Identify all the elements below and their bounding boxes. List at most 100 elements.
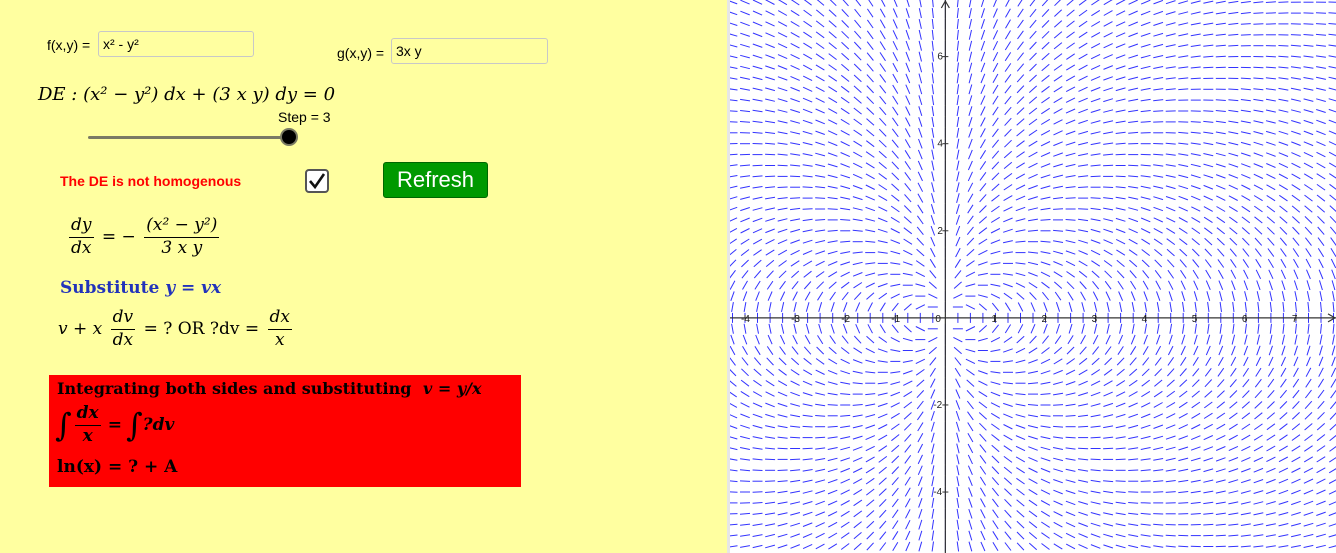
refresh-button[interactable]: Refresh [383,162,488,198]
slope-segment [1128,217,1139,223]
slope-segment [1290,55,1301,58]
slope-segment [1255,258,1262,268]
slope-segment [968,476,973,486]
slope-segment [1153,435,1164,440]
slope-segment [1253,23,1264,25]
slope-field-plot[interactable]: -4 -3 -2 -1 0 1 2 3 4 5 6 7642-2-4 [730,0,1336,553]
step-slider-track[interactable] [88,136,290,139]
slope-segment [740,249,750,256]
g-label: g(x,y) = [337,45,385,61]
slope-segment [1190,33,1201,37]
slope-segment [931,171,935,182]
slope-segment [1216,195,1226,201]
slope-segment [841,20,850,28]
slope-segment [1041,41,1050,50]
slope-segment [865,456,875,463]
slope-segment [879,302,886,312]
slope-segment [1241,173,1251,179]
slope-segment [791,270,800,278]
dx-den2: dx [112,329,134,350]
slope-segment [1328,523,1336,527]
graphics-view[interactable]: -4 -3 -2 -1 0 1 2 3 4 5 6 7 6 4 2 -2 -4 [730,0,1336,553]
slope-segment [740,424,750,429]
slope-segment [1231,345,1236,356]
slope-segment [842,323,848,334]
slope-segment [1131,302,1135,312]
f-input[interactable] [98,31,254,57]
slope-segment [827,250,838,255]
slope-segment [1153,77,1164,80]
homogenous-checkbox[interactable] [305,169,329,193]
slope-segment [840,174,851,179]
slope-segment [740,390,750,398]
slope-segment [768,323,772,334]
slope-segment [1116,357,1125,366]
slope-segment [752,402,763,408]
slope-segment [890,262,901,265]
x-tick-label: -3 [791,314,800,325]
slope-segment [730,480,738,483]
slope-segment [1065,175,1076,178]
slope-segment [840,532,850,539]
slope-segment [1178,502,1189,504]
slope-segment [1179,368,1187,377]
slope-segment [931,182,935,193]
slope-segment [1165,55,1176,59]
slope-segment [1229,390,1238,398]
slope-segment [918,508,923,519]
slope-segment [777,480,788,483]
slope-segment [1266,173,1276,180]
slope-segment [1128,120,1139,123]
x-tick-label: 2 [1042,314,1048,325]
g-input[interactable] [391,38,548,64]
slope-segment [852,162,863,169]
slope-segment [1153,446,1164,451]
slope-segment [1228,534,1239,537]
slope-segment [730,153,738,156]
slope-segment [1253,545,1264,548]
slope-segment [1178,424,1189,430]
slope-segment [1230,269,1237,279]
slope-segment [1079,281,1087,290]
slope-segment [765,402,775,408]
slope-segment [803,31,813,39]
slope-segment [1028,532,1038,540]
slope-segment [1228,195,1238,201]
slope-segment [852,435,863,440]
slope-segment [1278,45,1289,47]
slope-segment [904,433,912,442]
slope-segment [966,260,975,267]
slope-segment [815,97,825,103]
slope-segment [852,382,863,385]
slope-segment [968,62,973,73]
slope-segment [991,444,1000,453]
slope-segment [1090,131,1101,135]
slope-segment [1053,75,1063,82]
slope-segment [752,76,763,81]
substitute-word: Substitute [60,278,160,298]
slope-segment [1278,456,1289,463]
slope-segment [1291,489,1301,495]
slope-segment [802,164,813,167]
y-tick-label: 2 [937,226,943,237]
slope-segment [990,402,1001,408]
step-slider-knob[interactable] [282,130,296,144]
slope-segment [802,97,813,103]
slope-segment [967,160,973,171]
slope-segment [968,40,973,51]
slope-segment [1231,280,1236,291]
slope-segment [878,150,887,159]
slope-segment [1328,162,1336,168]
slope-segment [1017,8,1024,18]
slope-segment [1042,335,1049,344]
slope-segment [1180,269,1187,279]
slope-segment [1190,513,1201,515]
slope-segment [1318,258,1324,269]
slope-segment [1166,248,1175,257]
slope-segment [790,369,800,376]
slope-segment [1016,542,1025,551]
dydx-equation: dy dx = − (x² − y²) 3 x y [66,216,222,258]
slope-segment [1192,259,1200,268]
slope-segment [840,261,851,266]
slope-segment [1303,44,1314,47]
